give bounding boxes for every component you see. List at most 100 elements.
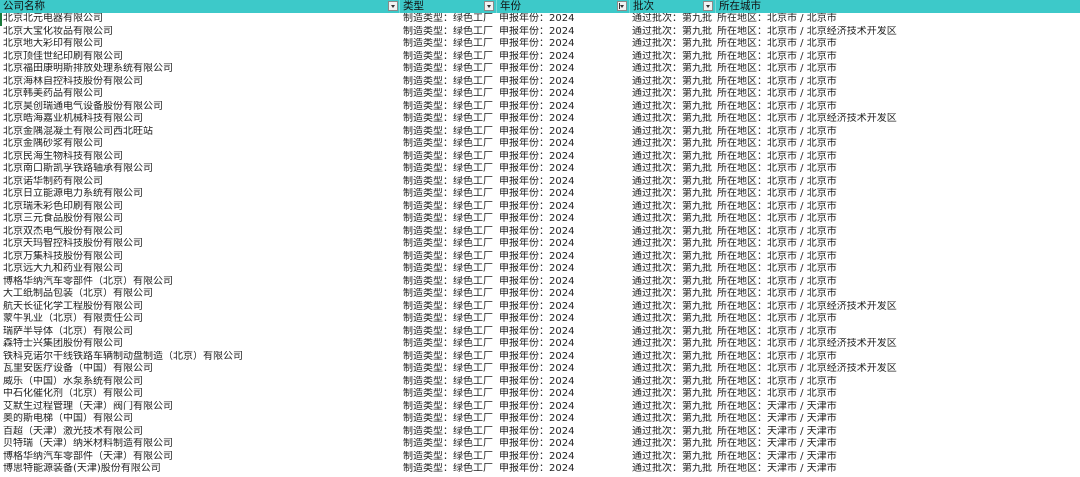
cell-batch[interactable]: 通过批次：第九批 [632, 201, 716, 214]
cell-year[interactable]: 申报年份：2024 [499, 26, 629, 39]
cell-type[interactable]: 制造类型：绿色工厂 [403, 338, 498, 351]
cell-batch[interactable]: 通过批次：第九批 [632, 276, 716, 289]
cell-city[interactable]: 所在地区：天津市 / 天津市 [717, 426, 1077, 439]
cell-batch[interactable]: 通过批次：第九批 [632, 51, 716, 64]
cell-year[interactable]: 申报年份：2024 [499, 51, 629, 64]
cell-city[interactable]: 所在地区：北京市 / 北京市 [717, 51, 1077, 64]
cell-year[interactable]: 申报年份：2024 [499, 176, 629, 189]
cell-company[interactable]: 北京南口斯凯孚铁路轴承有限公司 [3, 163, 398, 176]
table-row[interactable]: 瑞萨半导体（北京）有限公司 制造类型：绿色工厂 申报年份：2024 通过批次：第九批所… [0, 326, 1080, 339]
cell-batch[interactable]: 通过批次：第九批 [632, 326, 716, 339]
cell-type[interactable]: 制造类型：绿色工厂 [403, 351, 498, 364]
cell-type[interactable]: 制造类型：绿色工厂 [403, 26, 498, 39]
cell-batch[interactable]: 通过批次：第九批 [632, 376, 716, 389]
cell-year[interactable]: 申报年份：2024 [499, 263, 629, 276]
cell-company[interactable]: 北京金隅砂浆有限公司 [3, 138, 398, 151]
cell-year[interactable]: 申报年份：2024 [499, 88, 629, 101]
cell-city[interactable]: 所在地区：北京市 / 北京市 [717, 138, 1077, 151]
column-header-year[interactable]: 年份 [497, 0, 630, 13]
cell-batch[interactable]: 通过批次：第九批 [632, 263, 716, 276]
cell-type[interactable]: 制造类型：绿色工厂 [403, 426, 498, 439]
cell-year[interactable]: 申报年份：2024 [499, 301, 629, 314]
cell-type[interactable]: 制造类型：绿色工厂 [403, 76, 498, 89]
table-row[interactable]: 大工纸制品包装（北京）有限公司 制造类型：绿色工厂 申报年份：2024 通过批次：第九… [0, 288, 1080, 301]
column-header-type[interactable]: 类型 [400, 0, 497, 13]
table-row[interactable]: 北京金隅砂浆有限公司 制造类型：绿色工厂 申报年份：2024 通过批次：第九批 所在地区… [0, 138, 1080, 151]
cell-company[interactable]: 北京北元电器有限公司 [3, 13, 398, 26]
cell-batch[interactable]: 通过批次：第九批 [632, 213, 716, 226]
cell-year[interactable]: 申报年份：2024 [499, 463, 629, 476]
cell-year[interactable]: 申报年份：2024 [499, 63, 629, 76]
table-row[interactable]: 北京金隅混凝土有限公司西北旺站 制造类型：绿色工厂 申报年份：2024 通过批次：第九… [0, 126, 1080, 139]
cell-year[interactable]: 申报年份：2024 [499, 126, 629, 139]
cell-city[interactable]: 所在地区：北京市 / 北京市 [717, 251, 1077, 264]
cell-type[interactable]: 制造类型：绿色工厂 [403, 363, 498, 376]
table-row[interactable]: 北京南口斯凯孚铁路轴承有限公司 制造类型：绿色工厂 申报年份：2024 通过批次：第九… [0, 163, 1080, 176]
cell-company[interactable]: 北京瑞禾彩色印刷有限公司 [3, 201, 398, 214]
table-row[interactable]: 森特士兴集团股份有限公司 制造类型：绿色工厂 申报年份：2024 通过批次：第九批 所在… [0, 338, 1080, 351]
cell-year[interactable]: 申报年份：2024 [499, 13, 629, 26]
cell-company[interactable]: 北京天玛智控科技股份有限公司 [3, 238, 398, 251]
filter-dropdown-icon[interactable] [388, 1, 398, 11]
cell-year[interactable]: 申报年份：2024 [499, 251, 629, 264]
cell-company[interactable]: 北京万集科技股份有限公司 [3, 251, 398, 264]
cell-city[interactable]: 所在地区：北京市 / 北京市 [717, 276, 1077, 289]
cell-city[interactable]: 所在地区：天津市 / 天津市 [717, 463, 1077, 476]
cell-city[interactable]: 所在地区：北京市 / 北京市 [717, 388, 1077, 401]
cell-city[interactable]: 所在地区：北京市 / 北京市 [717, 238, 1077, 251]
cell-batch[interactable]: 通过批次：第九批 [632, 463, 716, 476]
cell-year[interactable]: 申报年份：2024 [499, 313, 629, 326]
cell-company[interactable]: 北京日立能源电力系统有限公司 [3, 188, 398, 201]
cell-company[interactable]: 北京韩美药品有限公司 [3, 88, 398, 101]
cell-batch[interactable]: 通过批次：第九批 [632, 26, 716, 39]
cell-batch[interactable]: 通过批次：第九批 [632, 176, 716, 189]
sort-filter-icon[interactable] [617, 1, 627, 11]
cell-type[interactable]: 制造类型：绿色工厂 [403, 151, 498, 164]
filter-dropdown-icon[interactable] [703, 1, 713, 11]
cell-city[interactable]: 所在地区：北京市 / 北京市 [717, 38, 1077, 51]
cell-batch[interactable]: 通过批次：第九批 [632, 251, 716, 264]
cell-type[interactable]: 制造类型：绿色工厂 [403, 288, 498, 301]
cell-type[interactable]: 制造类型：绿色工厂 [403, 226, 498, 239]
cell-company[interactable]: 威乐（中国）水泵系统有限公司 [3, 376, 398, 389]
cell-type[interactable]: 制造类型：绿色工厂 [403, 451, 498, 464]
column-header-company[interactable]: 公司名称 [0, 0, 400, 13]
cell-type[interactable]: 制造类型：绿色工厂 [403, 251, 498, 264]
cell-batch[interactable]: 通过批次：第九批 [632, 76, 716, 89]
table-row[interactable]: 奥的斯电梯（中国）有限公司 制造类型：绿色工厂 申报年份：2024 通过批次：第九批所… [0, 413, 1080, 426]
cell-type[interactable]: 制造类型：绿色工厂 [403, 188, 498, 201]
table-row[interactable]: 北京大宝化妆品有限公司 制造类型：绿色工厂 申报年份：2024 通过批次：第九批 所在地… [0, 26, 1080, 39]
cell-company[interactable]: 北京大宝化妆品有限公司 [3, 26, 398, 39]
cell-city[interactable]: 所在地区：北京市 / 北京经济技术开发区 [717, 363, 1077, 376]
cell-batch[interactable]: 通过批次：第九批 [632, 363, 716, 376]
cell-company[interactable]: 北京地大彩印有限公司 [3, 38, 398, 51]
cell-type[interactable]: 制造类型：绿色工厂 [403, 101, 498, 114]
cell-company[interactable]: 北京金隅混凝土有限公司西北旺站 [3, 126, 398, 139]
cell-year[interactable]: 申报年份：2024 [499, 288, 629, 301]
cell-city[interactable]: 所在地区：北京市 / 北京经济技术开发区 [717, 338, 1077, 351]
table-row[interactable]: 北京日立能源电力系统有限公司 制造类型：绿色工厂 申报年份：2024 通过批次：第九批… [0, 188, 1080, 201]
cell-company[interactable]: 北京皓海嘉业机械科技有限公司 [3, 113, 398, 126]
table-row[interactable]: 瓦里安医疗设备（中国）有限公司 制造类型：绿色工厂 申报年份：2024 通过批次：第九… [0, 363, 1080, 376]
cell-city[interactable]: 所在地区：北京市 / 北京市 [717, 126, 1077, 139]
cell-city[interactable]: 所在地区：北京市 / 北京市 [717, 163, 1077, 176]
table-row[interactable]: 百超（天津）激光技术有限公司 制造类型：绿色工厂 申报年份：2024 通过批次：第九批… [0, 426, 1080, 439]
cell-year[interactable]: 申报年份：2024 [499, 226, 629, 239]
cell-company[interactable]: 博思特能源装备(天津)股份有限公司 [3, 463, 398, 476]
cell-batch[interactable]: 通过批次：第九批 [632, 426, 716, 439]
cell-city[interactable]: 所在地区：北京市 / 北京市 [717, 63, 1077, 76]
cell-batch[interactable]: 通过批次：第九批 [632, 451, 716, 464]
cell-batch[interactable]: 通过批次：第九批 [632, 313, 716, 326]
cell-company[interactable]: 北京海林自控科技股份有限公司 [3, 76, 398, 89]
cell-company[interactable]: 北京双杰电气股份有限公司 [3, 226, 398, 239]
table-row[interactable]: 北京福田康明斯排放处理系统有限公司 制造类型：绿色工厂 申报年份：2024 通过批次：… [0, 63, 1080, 76]
cell-year[interactable]: 申报年份：2024 [499, 238, 629, 251]
cell-city[interactable]: 所在地区：天津市 / 天津市 [717, 438, 1077, 451]
cell-batch[interactable]: 通过批次：第九批 [632, 438, 716, 451]
cell-company[interactable]: 博格华纳汽车零部件（北京）有限公司 [3, 276, 398, 289]
cell-year[interactable]: 申报年份：2024 [499, 363, 629, 376]
table-row[interactable]: 北京天玛智控科技股份有限公司 制造类型：绿色工厂 申报年份：2024 通过批次：第九批… [0, 238, 1080, 251]
cell-year[interactable]: 申报年份：2024 [499, 413, 629, 426]
table-row[interactable]: 铁科克诺尔干线铁路车辆制动盘制造（北京）有限公司 制造类型：绿色工厂 申报年份：20… [0, 351, 1080, 364]
table-row[interactable]: 艾默生过程管理（天津）阀门有限公司 制造类型：绿色工厂 申报年份：2024 通过批次：… [0, 401, 1080, 414]
